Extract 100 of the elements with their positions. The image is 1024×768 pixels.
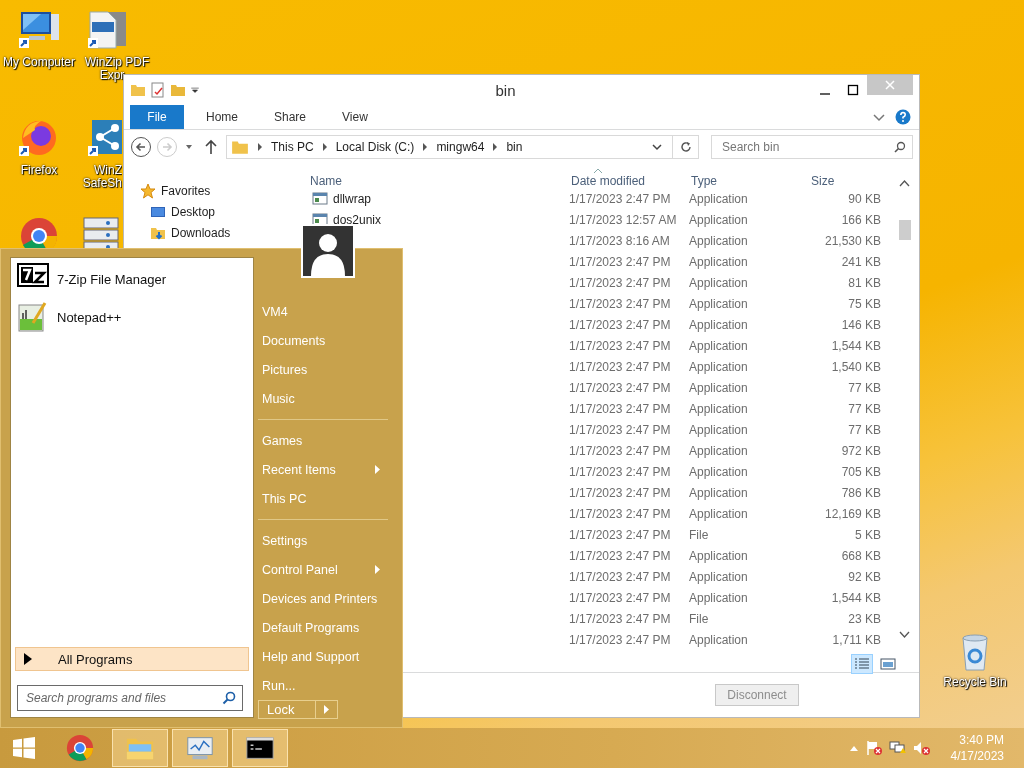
taskbar-button[interactable] [232,729,288,767]
refresh-icon [679,141,692,153]
date-cell-text: 1/17/2023 2:47 PM [569,296,672,311]
size-cell-text: 12,169 KB [823,506,881,521]
column-header[interactable]: Name [308,174,569,188]
type-cell-text: Application [689,590,749,605]
size-cell-text: 241 KB [840,254,881,269]
breadcrumb[interactable]: bin [506,140,523,154]
back-button[interactable] [130,136,152,158]
size-cell-text: 972 KB [840,443,881,458]
breadcrumb-arrow-icon[interactable] [257,143,263,151]
pinned-program[interactable]: Notepad++ [15,300,249,334]
breadcrumb-arrow-icon[interactable] [422,143,429,151]
user-avatar[interactable] [301,224,355,278]
date-cell-text: 1/17/2023 8:16 AM [569,233,671,248]
speaker-icon[interactable] [912,740,931,756]
flag-icon[interactable] [864,740,883,756]
help-icon[interactable] [895,109,911,125]
windows-logo-icon [12,736,36,760]
size-cell-text: 77 KB [847,422,881,437]
size-cell-text: 77 KB [847,401,881,416]
date-cell-text: 1/17/2023 2:47 PM [569,422,672,437]
desktop-icon-label: Firefox [20,164,58,177]
type-cell-text: Application [689,212,749,227]
date-cell-text: 1/17/2023 2:47 PM [569,401,672,416]
size-cell-text: 77 KB [847,380,881,395]
folder-icon [231,138,249,156]
type-cell-text: Application [689,506,749,521]
nav-item[interactable]: Favorites [140,180,211,201]
size-cell-text: 786 KB [840,485,881,500]
properties-icon[interactable] [150,82,166,98]
desktop-icon-label: Recycle Bin [943,676,1007,689]
search-field[interactable]: Search bin [720,139,894,155]
window-title: bin [494,81,517,99]
type-cell-text: Application [689,296,749,311]
ribbon-tab[interactable]: Share [260,105,321,129]
list-icon [854,657,870,671]
breadcrumb[interactable]: This PC [271,140,314,154]
type-cell-text: Application [689,464,749,479]
network-icon[interactable] [888,740,907,756]
date-cell-text: 1/17/2023 2:47 PM [569,464,672,479]
type-cell-text: Application [689,317,749,332]
search-box[interactable]: Search programs and files [17,685,243,711]
date-cell-text: 1/17/2023 2:47 PM [569,380,672,395]
ribbon-tab[interactable]: Home [192,105,252,129]
breadcrumb[interactable]: mingw64 [436,140,485,154]
nav-item[interactable]: Downloads [150,222,231,243]
search-icon[interactable] [894,141,906,153]
breadcrumb-arrow-icon[interactable] [492,143,499,151]
size-cell-text: 23 KB [847,611,881,626]
close-icon [884,79,896,91]
type-cell-text: Application [689,233,749,248]
type-cell-text: Application [689,548,749,563]
column-header[interactable]: Date modified [569,174,689,188]
sort-caret-icon [594,168,602,173]
size-cell-text: 5 KB [854,527,881,542]
date-cell-text: 1/17/2023 12:57 AM [569,212,678,227]
date-cell-text: 1/17/2023 2:47 PM [569,611,672,626]
type-cell-text: File [689,527,710,542]
type-cell-text: Application [689,338,749,353]
breadcrumb-arrow-icon[interactable] [321,143,328,151]
date-cell-text: 1/17/2023 2:47 PM [569,548,672,563]
size-cell-text: 90 KB [847,191,881,206]
size-cell-text: 146 KB [840,317,881,332]
triangle-right-icon [24,653,32,665]
column-header[interactable]: Type [689,174,809,188]
minimize-icon [820,93,830,95]
all-programs-button[interactable]: All Programs [15,647,249,671]
size-cell-text: 75 KB [847,296,881,311]
type-cell-text: Application [689,401,749,416]
type-cell-text: Application [689,485,749,500]
date-cell-text: 1/17/2023 2:47 PM [569,527,672,542]
type-cell-text: Application [689,359,749,374]
search-icon[interactable] [222,691,236,705]
file-name[interactable]: dos2unix [333,212,382,227]
details-view-button[interactable] [851,654,873,674]
date-cell-text: 1/17/2023 2:47 PM [569,569,672,584]
breadcrumb[interactable]: Local Disk (C:) [335,140,415,154]
size-cell-text: 668 KB [840,548,881,563]
column-header[interactable]: Size [809,174,881,188]
date-cell-text: 1/17/2023 2:47 PM [569,338,672,353]
application-icon [312,191,328,206]
nav-item[interactable]: Desktop [150,201,216,222]
chevron-down-icon[interactable] [652,142,662,152]
notepad-icon [17,301,49,333]
desktop-icon-label: SafeSh [82,177,122,190]
ribbon-tab[interactable]: View [328,105,382,129]
type-cell-text: Application [689,422,749,437]
file-tab[interactable]: File [130,105,184,129]
desktop-icon-label: WinZip PDF [84,56,150,69]
size-cell-text: 21,530 KB [823,233,881,248]
desktop-icon-label: WinZ [94,164,122,177]
pinned-program[interactable]: 7-Zip File Manager [15,262,249,296]
size-cell-text: 166 KB [840,212,881,227]
chrome-icon [65,733,95,763]
file-name[interactable]: dllwrap [333,191,371,206]
size-cell-text: 1,711 KB [831,632,881,647]
address-bar[interactable]: This PC Local Disk (C:) mingw64 bin [226,135,699,159]
date-cell-text: 1/17/2023 2:47 PM [569,359,672,374]
size-cell-text: 1,544 KB [830,338,881,353]
